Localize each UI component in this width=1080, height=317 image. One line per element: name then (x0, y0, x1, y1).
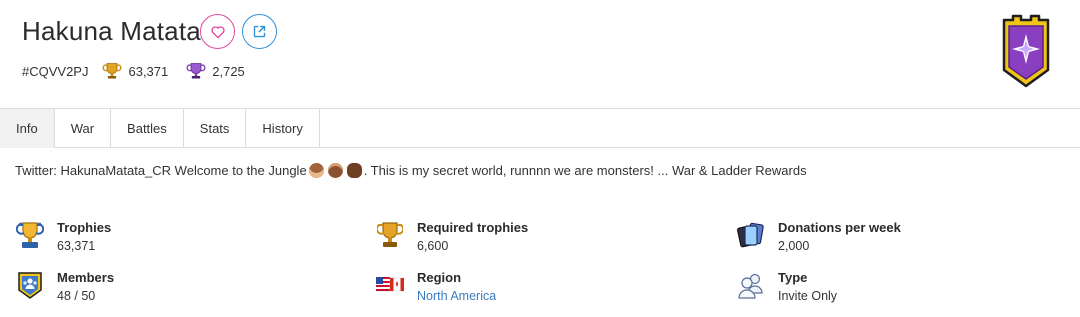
clan-trophies: 63,371 (128, 63, 169, 79)
cards-icon (736, 220, 766, 250)
stat-label: Required trophies (417, 220, 529, 235)
stat-members: Members 48 / 50 (15, 270, 114, 305)
trophy-icon (102, 61, 122, 81)
stat-label: Members (57, 270, 115, 285)
war-trophy-icon (186, 61, 206, 81)
flags-icon (375, 270, 405, 300)
stat-value: 63,371 (57, 239, 96, 253)
stat-value: 2,000 (778, 239, 810, 253)
description-text-start: Twitter: HakunaMatata_CR Welcome to the … (15, 163, 307, 178)
clan-description: Twitter: HakunaMatata_CR Welcome to the … (15, 163, 807, 178)
stat-required-trophies: Required trophies 6,600 (375, 220, 528, 255)
stat-donations: Donations per week 2,000 (736, 220, 901, 255)
users-icon (736, 270, 766, 300)
clan-badge-icon (1000, 14, 1052, 88)
members-icon (15, 270, 45, 300)
stat-label: Trophies (57, 220, 112, 235)
trophy-icon (15, 220, 45, 250)
stat-value: Invite Only (778, 289, 838, 303)
stat-value: 48 / 50 (57, 289, 96, 303)
favorite-button[interactable] (200, 14, 235, 49)
stat-region: Region North America (375, 270, 496, 305)
tab-history[interactable]: History (246, 109, 320, 148)
clan-header: Hakuna Matata #CQVV2PJ 63,371 2,725 (0, 0, 1080, 108)
clan-tag: #CQVV2PJ (22, 63, 89, 79)
stat-value: 6,600 (417, 239, 449, 253)
external-link-icon (253, 25, 266, 38)
tab-info[interactable]: Info (0, 109, 55, 148)
description-text-end: . This is my secret world, runnnn we are… (363, 163, 807, 178)
tab-war[interactable]: War (55, 109, 112, 148)
trophy-icon (375, 220, 405, 250)
stat-label: Donations per week (778, 220, 901, 235)
clan-name: Hakuna Matata (22, 16, 201, 46)
monkey-face-icon (308, 163, 324, 178)
heart-icon (210, 25, 225, 38)
clan-meta: #CQVV2PJ 63,371 2,725 (22, 61, 263, 81)
region-link[interactable]: North America (417, 287, 496, 305)
tab-bar: Info War Battles Stats History (0, 108, 1080, 148)
stat-label: Type (778, 270, 808, 285)
clan-war-trophies: 2,725 (212, 63, 245, 79)
tab-stats[interactable]: Stats (184, 109, 247, 148)
see-no-evil-monkey-icon (327, 163, 343, 178)
tab-battles[interactable]: Battles (111, 109, 184, 148)
stat-label: Region (417, 270, 462, 285)
stat-trophies: Trophies 63,371 (15, 220, 111, 255)
stat-type: Type Invite Only (736, 270, 837, 305)
monkey-icon (346, 163, 362, 178)
open-external-button[interactable] (242, 14, 277, 49)
